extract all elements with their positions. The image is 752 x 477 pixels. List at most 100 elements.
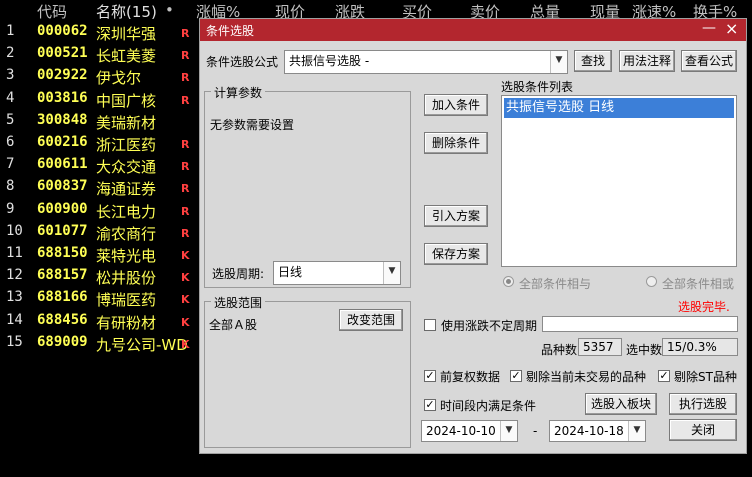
count-label: 品种数 <box>541 343 578 357</box>
stock-row[interactable]: 11 688150 莱特光电 K <box>0 244 200 266</box>
radio-or-label: 全部条件相或 <box>662 277 735 291</box>
import-plan-button[interactable]: 引入方案 <box>424 205 488 227</box>
condition-list-item[interactable]: 共振信号选股 日线 <box>504 98 734 118</box>
to-block-button[interactable]: 选股入板块 <box>585 393 657 415</box>
condition-list[interactable]: 共振信号选股 日线 <box>501 95 737 267</box>
row-index: 4 <box>6 89 15 106</box>
radio-and[interactable] <box>503 276 514 287</box>
stock-flag: R <box>181 204 190 218</box>
stock-code: 688456 <box>37 311 88 328</box>
row-index: 8 <box>6 178 15 195</box>
formula-select[interactable]: 共振信号选股 - ▼ <box>284 50 568 74</box>
close-icon[interactable]: × <box>725 19 738 38</box>
radio-or[interactable] <box>646 276 657 287</box>
stock-name: 有研粉材 <box>96 313 157 332</box>
stock-row[interactable]: 5 300848 美瑞新材 <box>0 111 200 133</box>
chevron-down-icon[interactable]: ▼ <box>550 51 567 73</box>
exclude-st-label: 剔除ST品种 <box>674 370 737 384</box>
stock-row[interactable]: 14 688456 有研粉材 K <box>0 311 200 333</box>
stock-name: 深圳华强 <box>96 25 157 43</box>
date-from-picker[interactable]: 2024-10-10 ▼ <box>421 420 518 442</box>
view-formula-button[interactable]: 查看公式 <box>681 50 737 72</box>
stock-flag: R <box>181 49 190 63</box>
col-name[interactable]: 名称(15) <box>96 1 157 22</box>
radio-and-label: 全部条件相与 <box>519 277 592 291</box>
change-range-button[interactable]: 改变范围 <box>339 309 403 331</box>
stock-code: 002922 <box>37 67 88 84</box>
stock-name: 长虹美菱 <box>96 47 157 66</box>
stock-row[interactable]: 4 003816 中国广核 R <box>0 89 200 111</box>
find-button[interactable]: 查找 <box>574 50 612 72</box>
exclude-st-checkbox[interactable]: ✓ <box>658 370 670 382</box>
stock-flag: R <box>181 182 190 196</box>
stock-row[interactable]: 2 000521 长虹美菱 R <box>0 44 200 66</box>
range-group: 选股范围 全部Ａ股 改变范围 <box>204 294 411 448</box>
execute-button[interactable]: 执行选股 <box>669 393 737 415</box>
stock-flag: K <box>181 271 190 285</box>
stock-row[interactable]: 8 600837 海通证券 R <box>0 177 200 199</box>
delete-condition-button[interactable]: 删除条件 <box>424 132 488 154</box>
status-text: 选股完毕. <box>678 300 730 314</box>
stock-code: 688157 <box>37 267 88 284</box>
stock-flag: R <box>181 160 190 174</box>
row-index: 9 <box>6 200 15 217</box>
use-period-checkbox[interactable] <box>424 319 436 331</box>
close-button[interactable]: 关闭 <box>669 419 737 441</box>
date-to-picker[interactable]: 2024-10-18 ▼ <box>549 420 646 442</box>
stock-row[interactable]: 12 688157 松井股份 K <box>0 266 200 288</box>
save-plan-button[interactable]: 保存方案 <box>424 243 488 265</box>
stock-row[interactable]: 1 000062 深圳华强 R <box>0 22 200 44</box>
date-dash: - <box>533 424 538 438</box>
time-range-checkbox[interactable]: ✓ <box>424 399 436 411</box>
chevron-down-icon[interactable]: ▼ <box>383 262 400 284</box>
stock-code: 000062 <box>37 23 88 39</box>
formula-label: 条件选股公式 <box>206 55 279 69</box>
stock-flag: R <box>181 27 190 40</box>
stock-code: 600900 <box>37 200 88 217</box>
stock-name: 博瑞医药 <box>96 291 157 310</box>
chevron-down-icon[interactable]: ▼ <box>628 421 645 441</box>
period-label: 选股周期: <box>212 267 265 281</box>
condition-select-dialog: 条件选股 — × 条件选股公式 共振信号选股 - ▼ 查找 用法注释 查看公式 … <box>199 18 747 454</box>
stock-name: 大众交通 <box>96 158 157 177</box>
chevron-down-icon[interactable]: ▼ <box>500 421 517 441</box>
period-select[interactable]: 日线 ▼ <box>273 261 401 285</box>
fq-label: 前复权数据 <box>440 370 501 384</box>
stock-row[interactable]: 7 600611 大众交通 R <box>0 155 200 177</box>
row-index: 10 <box>6 222 23 239</box>
stock-code: 600611 <box>37 156 88 173</box>
stock-row[interactable]: 6 600216 浙江医药 R <box>0 133 200 155</box>
minimize-icon[interactable]: — <box>702 20 716 36</box>
stock-code: 300848 <box>37 111 88 128</box>
period-input[interactable] <box>542 316 738 332</box>
exclude-untraded-checkbox[interactable]: ✓ <box>510 370 522 382</box>
range-value: 全部Ａ股 <box>209 318 258 332</box>
date-from-value: 2024-10-10 <box>426 424 496 438</box>
col-code[interactable]: 代码 <box>37 1 67 22</box>
stock-name: 浙江医药 <box>96 136 157 154</box>
stock-flag: K <box>181 293 190 307</box>
stock-row[interactable]: 3 002922 伊戈尔 R <box>0 66 200 88</box>
stock-row[interactable]: 13 688166 博瑞医药 K <box>0 288 200 310</box>
stock-code: 000521 <box>37 45 88 62</box>
fq-checkbox[interactable]: ✓ <box>424 370 436 382</box>
stock-code: 003816 <box>37 89 88 106</box>
usage-note-button[interactable]: 用法注释 <box>619 50 675 72</box>
stock-row[interactable]: 10 601077 渝农商行 R <box>0 222 200 244</box>
stock-row[interactable]: 15 689009 九号公司-WD K <box>0 333 200 355</box>
stock-name: 美瑞新材 <box>96 113 157 132</box>
exclude-untraded-label: 剔除当前未交易的品种 <box>526 370 647 384</box>
stock-row[interactable]: 9 600900 长江电力 R <box>0 200 200 222</box>
row-index: 3 <box>6 67 15 84</box>
row-index: 14 <box>6 311 23 328</box>
range-group-title: 选股范围 <box>211 294 266 311</box>
add-condition-button[interactable]: 加入条件 <box>424 94 488 116</box>
stock-flag: K <box>181 315 190 329</box>
dialog-titlebar[interactable]: 条件选股 — × <box>200 19 746 41</box>
stock-flag: K <box>181 337 190 351</box>
stock-code: 600837 <box>37 178 88 195</box>
col-dot: • <box>165 1 174 19</box>
params-group: 计算参数 无参数需要设置 选股周期: 日线 ▼ <box>204 84 411 288</box>
stock-code: 600216 <box>37 134 88 150</box>
use-period-label: 使用涨跌不定周期 <box>441 319 538 333</box>
